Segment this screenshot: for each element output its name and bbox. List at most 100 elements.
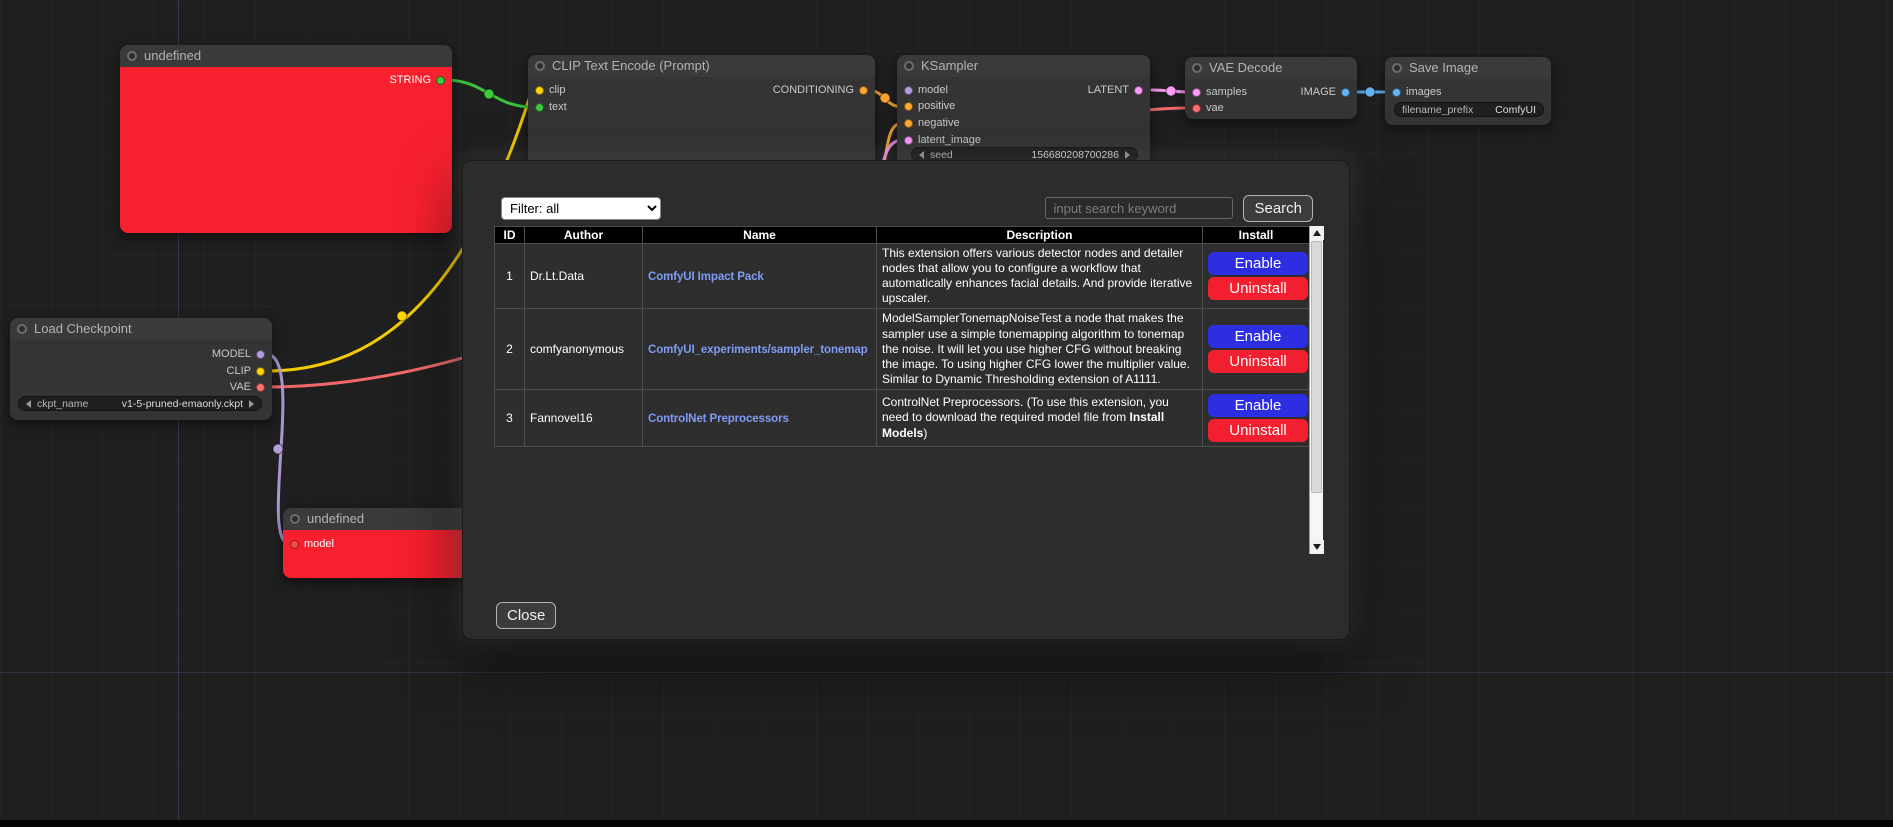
cell-author: Dr.Lt.Data (525, 244, 643, 309)
node-title: Load Checkpoint (34, 321, 132, 336)
input-slot-vae[interactable]: vae (1192, 101, 1224, 115)
cell-id: 1 (495, 244, 525, 309)
output-slot-clip[interactable]: CLIP (227, 364, 265, 378)
negative-slot-dot[interactable] (904, 119, 913, 128)
model-out-slot-dot[interactable] (256, 350, 265, 359)
node-header[interactable]: VAE Decode (1185, 57, 1357, 79)
extension-table-body: 1Dr.Lt.DataComfyUI Impact PackThis exten… (495, 244, 1310, 447)
slot-label: MODEL (212, 348, 251, 360)
filter-select[interactable]: Filter: all (501, 197, 661, 220)
conditioning-slot-dot[interactable] (859, 86, 868, 95)
extension-name-link[interactable]: ControlNet Preprocessors (648, 413, 789, 425)
table-scrollbar[interactable] (1309, 226, 1323, 554)
extension-row: 2comfyanonymousComfyUI_experiments/sampl… (495, 309, 1310, 390)
filename-prefix-widget[interactable]: filename_prefix ComfyUI (1394, 102, 1544, 117)
text-slot-dot[interactable] (535, 103, 544, 112)
cell-install: EnableUninstall (1203, 389, 1310, 446)
search-button[interactable]: Search (1243, 195, 1313, 222)
column-header: ID (495, 227, 525, 244)
node-header[interactable]: Load Checkpoint (10, 318, 272, 340)
collapse-icon[interactable] (1192, 63, 1202, 73)
positive-slot-dot[interactable] (904, 102, 913, 111)
node-title: KSampler (921, 58, 978, 73)
node-header[interactable]: CLIP Text Encode (Prompt) (528, 55, 875, 77)
input-slot-samples[interactable]: samples (1192, 85, 1247, 99)
decrement-arrow-icon[interactable] (26, 400, 31, 408)
input-slot-clip[interactable]: clip (535, 83, 566, 97)
slot-label: latent_image (918, 134, 981, 146)
extension-name-link[interactable]: ComfyUI Impact Pack (648, 271, 764, 283)
extension-name-link[interactable]: ComfyUI_experiments/sampler_tonemap (648, 344, 868, 356)
input-slot-text[interactable]: text (535, 100, 567, 114)
node-vae-decode[interactable]: VAE Decode samples vae IMAGE (1185, 57, 1357, 119)
slot-label: vae (1206, 102, 1224, 114)
decrement-arrow-icon[interactable] (919, 151, 924, 159)
input-slot-positive[interactable]: positive (904, 99, 955, 113)
wire-dot-string (484, 89, 494, 99)
images-slot-dot[interactable] (1392, 88, 1401, 97)
output-slot-latent[interactable]: LATENT (1088, 83, 1143, 97)
cell-install: EnableUninstall (1203, 244, 1310, 309)
slot-label: VAE (230, 381, 251, 393)
close-button[interactable]: Close (496, 602, 556, 629)
uninstall-button[interactable]: Uninstall (1208, 277, 1308, 300)
enable-button[interactable]: Enable (1208, 394, 1308, 417)
samples-slot-dot[interactable] (1192, 88, 1201, 97)
enable-button[interactable]: Enable (1208, 325, 1308, 348)
output-slot-conditioning[interactable]: CONDITIONING (773, 83, 868, 97)
uninstall-button[interactable]: Uninstall (1208, 350, 1308, 373)
collapse-icon[interactable] (904, 61, 914, 71)
model-slot-dot[interactable] (904, 86, 913, 95)
image-slot-dot[interactable] (1341, 88, 1350, 97)
enable-button[interactable]: Enable (1208, 252, 1308, 275)
collapse-icon[interactable] (1392, 63, 1402, 73)
collapse-icon[interactable] (535, 61, 545, 71)
latent-out-slot-dot[interactable] (1134, 86, 1143, 95)
vae-slot-dot[interactable] (1192, 104, 1201, 113)
input-slot-latent-image[interactable]: latent_image (904, 133, 981, 147)
node-header[interactable]: Save Image (1385, 57, 1551, 79)
input-slot-images[interactable]: images (1392, 85, 1441, 99)
scroll-down-icon[interactable] (1310, 540, 1324, 554)
latent-slot-dot[interactable] (904, 136, 913, 145)
slot-label: CLIP (227, 365, 251, 377)
increment-arrow-icon[interactable] (1125, 151, 1130, 159)
model-slot-dot[interactable] (290, 540, 299, 549)
slot-label: samples (1206, 86, 1247, 98)
cell-author: Fannovel16 (525, 389, 643, 446)
slot-label: LATENT (1088, 84, 1129, 96)
extensions-table-wrap: IDAuthorNameDescriptionInstall 1Dr.Lt.Da… (494, 226, 1323, 554)
input-slot-model[interactable]: model (290, 537, 334, 551)
clip-slot-dot[interactable] (535, 86, 544, 95)
cell-description: ModelSamplerTonemapNoiseTest a node that… (877, 309, 1203, 390)
comfyui-canvas[interactable]: undefined STRING CLIP Text Encode (Promp… (0, 0, 1893, 827)
clip-out-slot-dot[interactable] (256, 367, 265, 376)
output-slot-string[interactable]: STRING (389, 73, 445, 87)
input-slot-negative[interactable]: negative (904, 116, 960, 130)
uninstall-button[interactable]: Uninstall (1208, 419, 1308, 442)
node-load-checkpoint[interactable]: Load Checkpoint MODEL CLIP VAE ckpt_name… (10, 318, 272, 420)
node-undefined-top[interactable]: undefined STRING (120, 45, 452, 233)
search-input[interactable] (1045, 197, 1233, 219)
slot-label: model (918, 84, 948, 96)
output-slot-image[interactable]: IMAGE (1301, 85, 1350, 99)
increment-arrow-icon[interactable] (249, 400, 254, 408)
scroll-up-icon[interactable] (1310, 226, 1324, 240)
slot-label: model (304, 538, 334, 550)
cell-name: ComfyUI_experiments/sampler_tonemap (643, 309, 877, 390)
collapse-icon[interactable] (127, 51, 137, 61)
widget-label: ckpt_name (37, 398, 88, 410)
collapse-icon[interactable] (17, 324, 27, 334)
vae-out-slot-dot[interactable] (256, 383, 265, 392)
slot-label: IMAGE (1301, 86, 1336, 98)
scroll-thumb[interactable] (1311, 241, 1322, 493)
input-slot-model[interactable]: model (904, 83, 948, 97)
node-header[interactable]: KSampler (897, 55, 1150, 77)
node-save-image[interactable]: Save Image images filename_prefix ComfyU… (1385, 57, 1551, 125)
string-slot-dot[interactable] (436, 76, 445, 85)
output-slot-vae[interactable]: VAE (230, 380, 265, 394)
output-slot-model[interactable]: MODEL (212, 347, 265, 361)
ckpt-name-widget[interactable]: ckpt_name v1-5-pruned-emaonly.ckpt (18, 396, 262, 411)
node-header[interactable]: undefined (120, 45, 452, 67)
collapse-icon[interactable] (290, 514, 300, 524)
